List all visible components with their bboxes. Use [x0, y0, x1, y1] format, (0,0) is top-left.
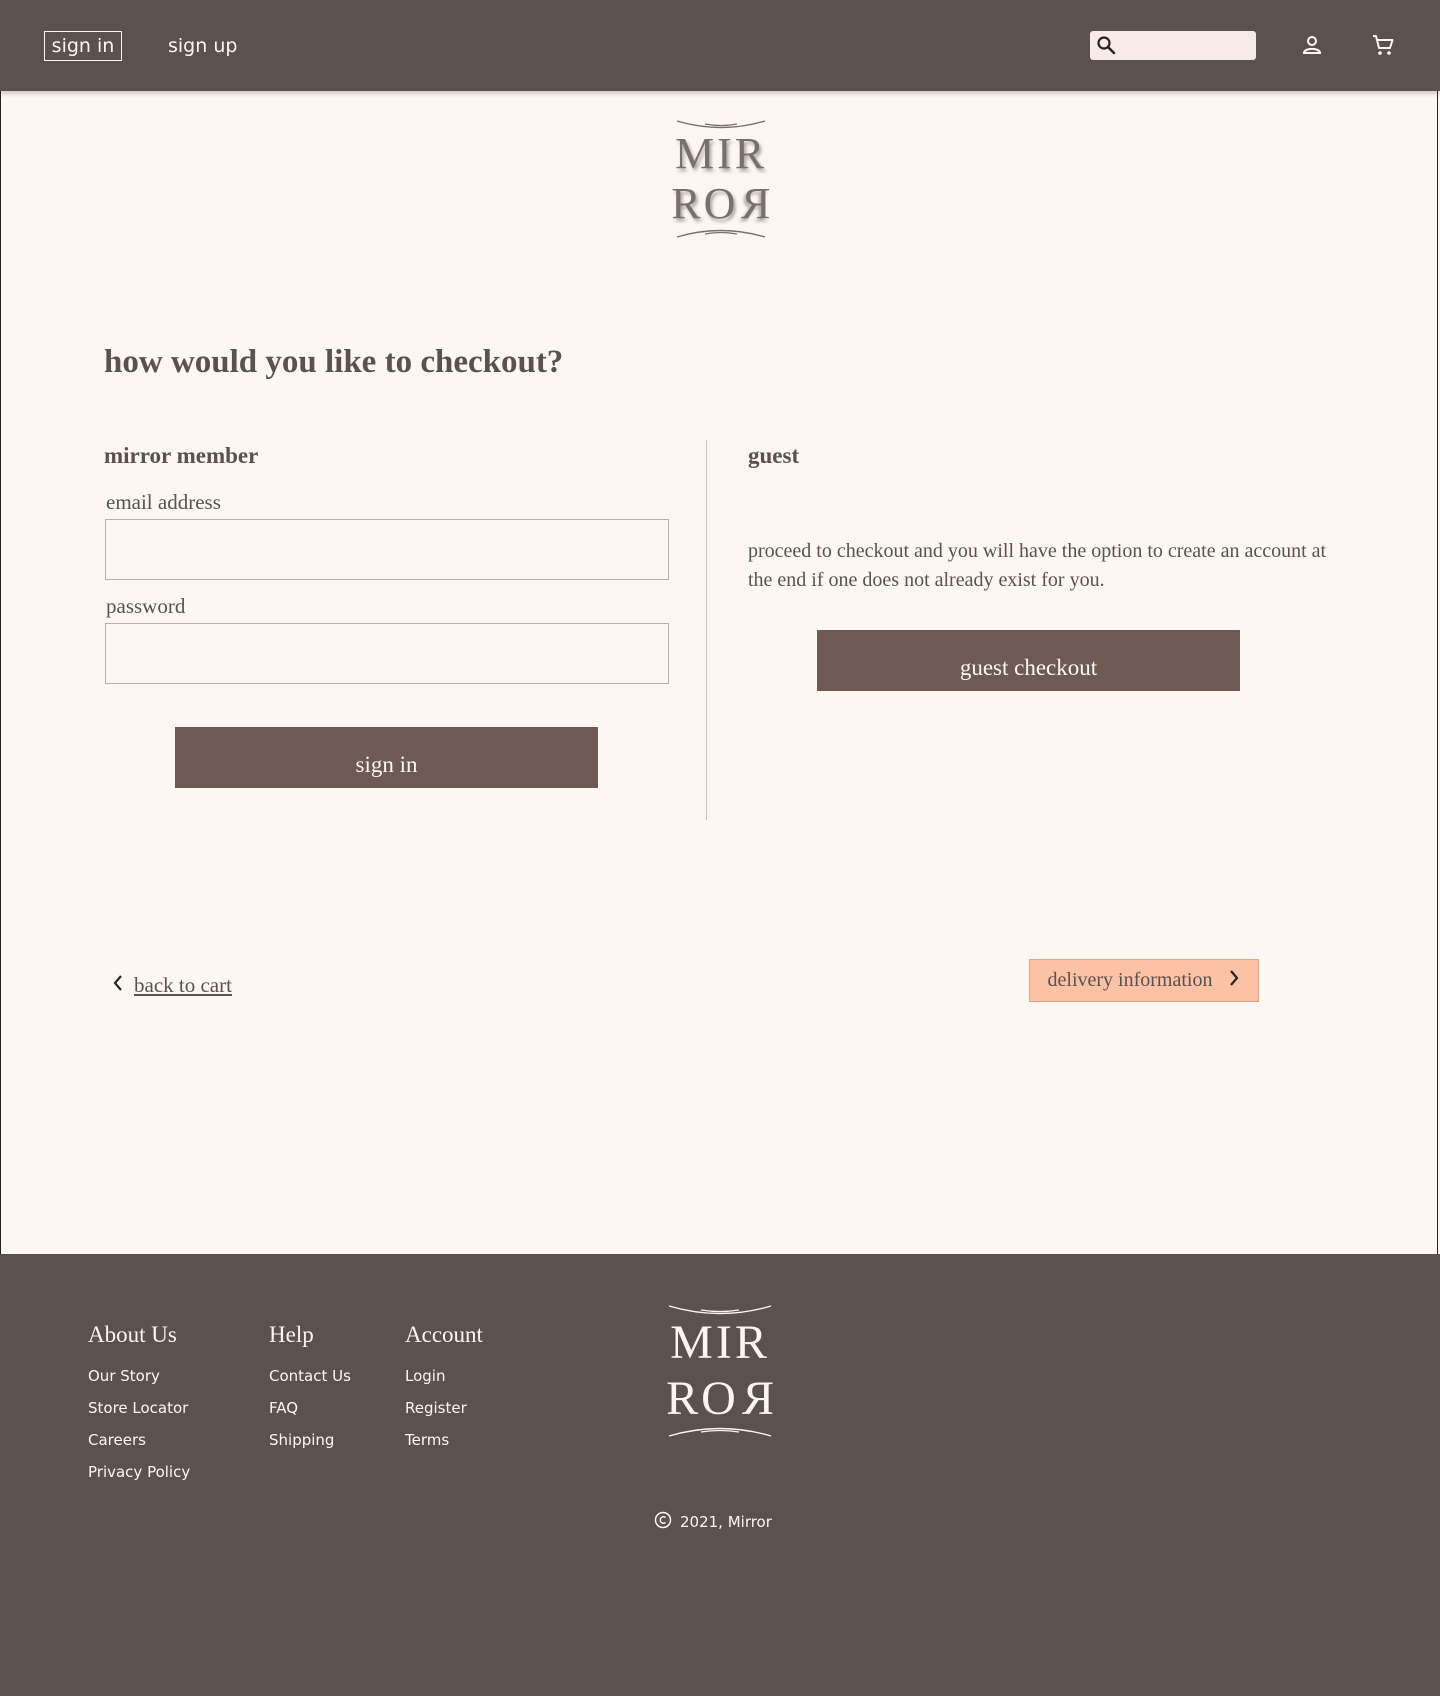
footer-logo-line-1: MIR — [670, 1316, 770, 1369]
guest-section-title: guest — [748, 443, 800, 468]
copyright-icon — [654, 1511, 672, 1533]
copyright-text: 2021, Mirror — [680, 1513, 772, 1531]
column-divider — [706, 440, 707, 820]
footer-col-account: Account Login Register Terms — [405, 1322, 483, 1456]
top-nav-bar: sign in sign up — [0, 0, 1440, 91]
header-sign-in-link[interactable]: sign in — [44, 31, 122, 61]
sign-in-button[interactable]: sign in — [175, 727, 598, 788]
footer-link[interactable]: Store Locator — [88, 1392, 190, 1424]
footer-link[interactable]: Login — [405, 1360, 483, 1392]
header-sign-up-link[interactable]: sign up — [168, 31, 237, 61]
logo-line-2: ROR — [671, 179, 771, 228]
brand-logo[interactable]: MIR ROR — [655, 118, 787, 240]
back-to-cart-link[interactable]: back to cart — [112, 970, 232, 1000]
footer-col-about: About Us Our Story Store Locator Careers… — [88, 1322, 190, 1488]
footer-link[interactable]: Careers — [88, 1424, 190, 1456]
footer-link[interactable]: FAQ — [269, 1392, 351, 1424]
copyright: 2021, Mirror — [654, 1511, 772, 1533]
email-label: email address — [106, 490, 221, 514]
footer-link[interactable]: Shipping — [269, 1424, 351, 1456]
email-field[interactable] — [105, 519, 669, 580]
search-input[interactable] — [1120, 31, 1254, 62]
member-section-title: mirror member — [104, 443, 259, 468]
footer-help-title: Help — [269, 1322, 314, 1347]
delivery-information-button[interactable]: delivery information — [1029, 959, 1259, 1002]
guest-description: proceed to checkout and you will have th… — [748, 540, 1327, 591]
cart-icon[interactable] — [1371, 33, 1395, 62]
password-label: password — [106, 594, 186, 618]
footer-col-help: Help Contact Us FAQ Shipping — [269, 1322, 351, 1456]
search-bar[interactable] — [1090, 31, 1256, 62]
chevron-right-icon — [1228, 969, 1240, 993]
password-field[interactable] — [105, 623, 669, 684]
footer-link[interactable]: Contact Us — [269, 1360, 351, 1392]
delivery-information-label: delivery information — [1047, 969, 1213, 991]
logo-line-1: MIR — [674, 129, 768, 178]
footer-logo-line-2: ROR — [666, 1372, 774, 1425]
footer-link[interactable]: Privacy Policy — [88, 1456, 190, 1488]
back-to-cart-label: back to cart — [134, 972, 232, 997]
page-title: how would you like to checkout? — [104, 344, 564, 380]
user-icon[interactable] — [1302, 34, 1322, 61]
footer-link[interactable]: Terms — [405, 1424, 483, 1456]
site-footer: About Us Our Story Store Locator Careers… — [0, 1254, 1440, 1696]
footer-about-title: About Us — [88, 1322, 177, 1347]
footer-account-title: Account — [405, 1322, 483, 1347]
chevron-left-icon — [112, 973, 124, 998]
guest-checkout-button[interactable]: guest checkout — [817, 630, 1240, 691]
footer-brand-logo: MIR ROR — [650, 1303, 790, 1439]
search-icon[interactable] — [1096, 35, 1116, 60]
footer-link[interactable]: Our Story — [88, 1360, 190, 1392]
footer-link[interactable]: Register — [405, 1392, 483, 1424]
